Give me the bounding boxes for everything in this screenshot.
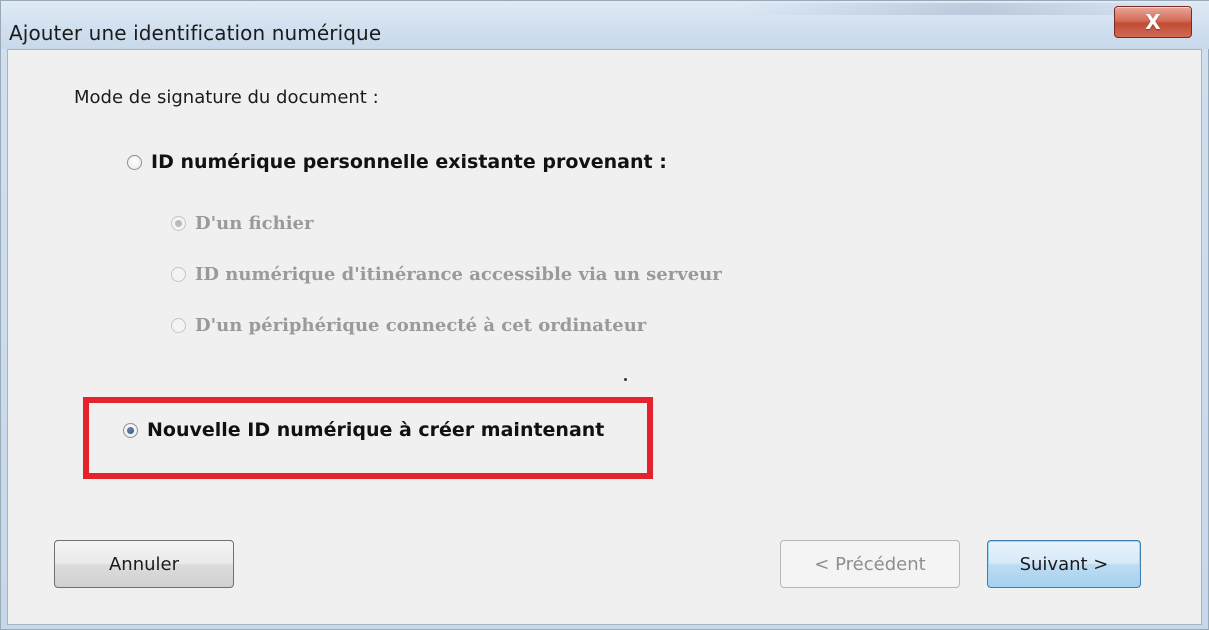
dialog-window: Ajouter une identification numérique X M… xyxy=(0,0,1209,630)
title-bar: Ajouter une identification numérique X xyxy=(1,1,1209,49)
option-roaming-id-label: ID numérique d'itinérance accessible via… xyxy=(195,264,722,285)
option-new-id-label: Nouvelle ID numérique à créer maintenant xyxy=(147,419,605,441)
radio-roaming-id[interactable] xyxy=(171,267,186,282)
radio-new-id[interactable] xyxy=(123,422,138,438)
stray-dot xyxy=(624,378,627,381)
radio-selected-dot xyxy=(175,220,182,227)
close-button[interactable]: X xyxy=(1114,6,1192,38)
window-title: Ajouter une identification numérique xyxy=(9,21,382,45)
option-device[interactable]: D'un périphérique connecté à cet ordinat… xyxy=(171,315,646,336)
option-device-label: D'un périphérique connecté à cet ordinat… xyxy=(195,315,647,336)
option-new-id[interactable]: Nouvelle ID numérique à créer maintenant xyxy=(123,419,604,441)
signing-mode-label: Mode de signature du document : xyxy=(74,87,379,108)
radio-existing-id[interactable] xyxy=(127,154,142,170)
option-existing-id[interactable]: ID numérique personnelle existante prove… xyxy=(127,151,667,173)
radio-device[interactable] xyxy=(171,318,186,333)
option-existing-id-label: ID numérique personnelle existante prove… xyxy=(151,151,667,173)
next-button-label: Suivant > xyxy=(1019,553,1109,575)
option-from-file-label: D'un fichier xyxy=(195,213,314,234)
previous-button-label: < Précédent xyxy=(814,553,926,575)
option-from-file[interactable]: D'un fichier xyxy=(171,213,313,234)
close-icon: X xyxy=(1145,10,1161,34)
radio-from-file[interactable] xyxy=(171,216,186,231)
option-roaming-id[interactable]: ID numérique d'itinérance accessible via… xyxy=(171,264,722,285)
previous-button[interactable]: < Précédent xyxy=(780,540,960,588)
next-button[interactable]: Suivant > xyxy=(987,540,1141,588)
cancel-button-label: Annuler xyxy=(108,553,179,575)
cancel-button[interactable]: Annuler xyxy=(54,540,234,588)
radio-selected-dot xyxy=(127,426,134,434)
dialog-content xyxy=(7,49,1202,625)
